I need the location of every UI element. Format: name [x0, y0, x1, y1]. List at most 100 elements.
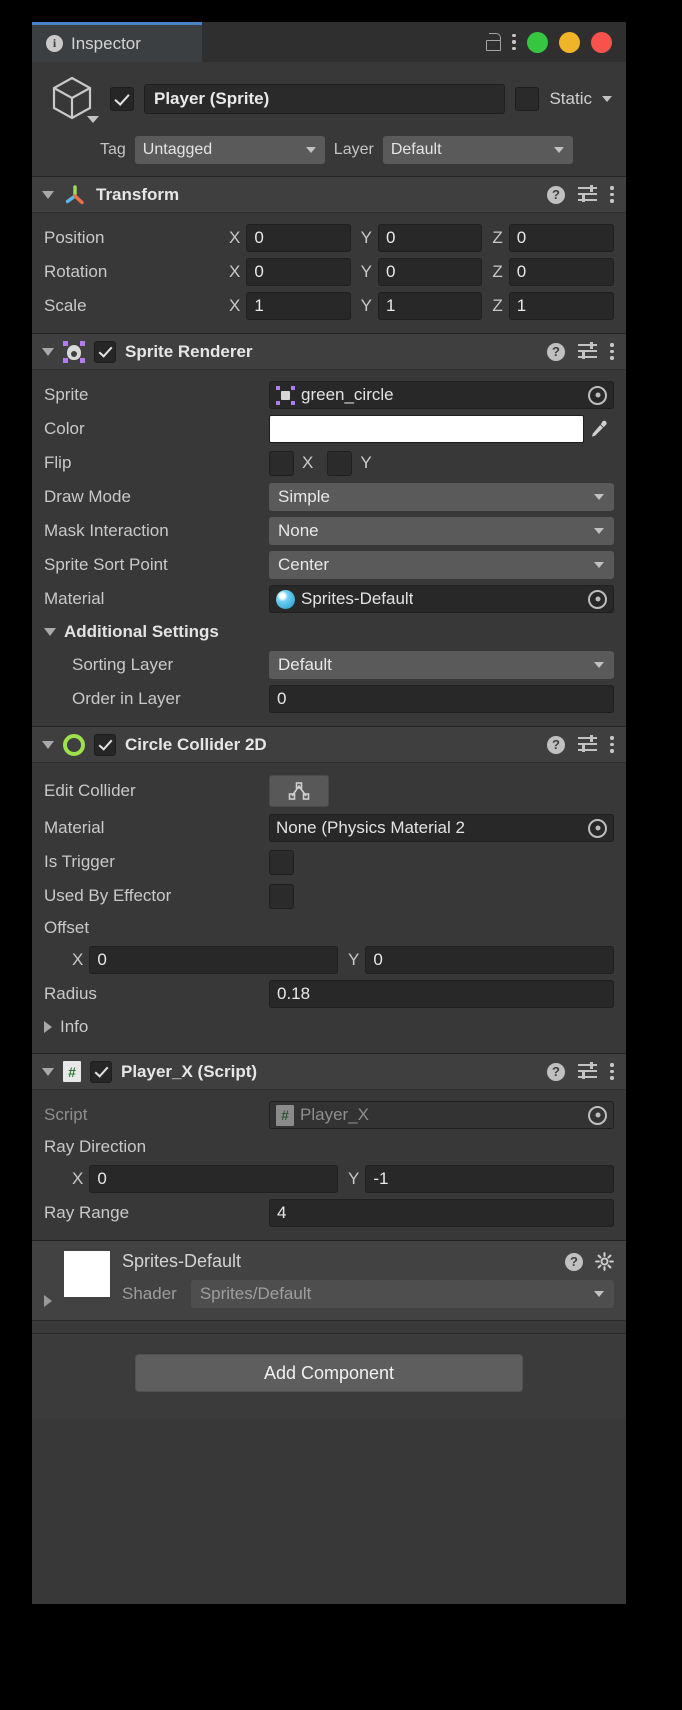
- foldout-arrow-icon: [44, 1021, 52, 1033]
- used-by-effector-checkbox[interactable]: [269, 883, 294, 909]
- component-enabled-checkbox[interactable]: [94, 733, 116, 756]
- component-enabled-checkbox[interactable]: [94, 340, 116, 363]
- row-label: Radius: [44, 984, 97, 1003]
- rotation-x-input[interactable]: 0: [246, 258, 351, 286]
- help-icon[interactable]: ?: [547, 1062, 565, 1081]
- row-label: Rotation: [44, 262, 108, 281]
- foldout-arrow-icon[interactable]: [42, 347, 54, 356]
- csharp-script-icon: #: [63, 1061, 81, 1082]
- position-y-input[interactable]: 0: [378, 224, 483, 252]
- kebab-menu-icon[interactable]: [610, 186, 614, 203]
- foldout-arrow-icon[interactable]: [42, 190, 54, 199]
- row-label: Draw Mode: [44, 487, 131, 506]
- preset-icon[interactable]: [578, 185, 597, 203]
- add-component-button[interactable]: Add Component: [135, 1354, 523, 1392]
- offset-y-input[interactable]: 0: [365, 946, 614, 974]
- tag-label: Tag: [100, 141, 126, 158]
- component-enabled-checkbox[interactable]: [90, 1060, 112, 1083]
- component-header-sprite-renderer[interactable]: Sprite Renderer ?: [32, 334, 626, 370]
- ray-direction-y-input[interactable]: -1: [365, 1165, 614, 1193]
- ray-direction-x-input[interactable]: 0: [89, 1165, 338, 1193]
- gameobject-enabled-checkbox[interactable]: [110, 87, 134, 111]
- order-in-layer-input[interactable]: 0: [269, 685, 614, 713]
- window-button-yellow[interactable]: [559, 31, 580, 53]
- sorting-layer-dropdown[interactable]: Default: [269, 651, 614, 679]
- help-icon[interactable]: ?: [565, 1252, 583, 1271]
- flip-y-checkbox[interactable]: [327, 450, 353, 476]
- foldout-arrow-icon[interactable]: [42, 1067, 54, 1076]
- row-radius: Radius 0.18: [44, 977, 614, 1011]
- static-checkbox[interactable]: [515, 87, 540, 111]
- foldout-info[interactable]: Info: [44, 1011, 614, 1043]
- radius-input[interactable]: 0.18: [269, 980, 614, 1008]
- kebab-menu-icon[interactable]: [610, 343, 614, 360]
- axis-label-z: Z: [492, 296, 503, 315]
- component-header-transform[interactable]: Transform ?: [32, 177, 626, 213]
- axis-label-y: Y: [360, 296, 373, 315]
- object-picker-icon[interactable]: [588, 818, 607, 838]
- expand-arrow-icon[interactable]: [44, 1295, 52, 1307]
- kebab-menu-icon[interactable]: [610, 736, 614, 753]
- position-z-input[interactable]: 0: [508, 224, 615, 252]
- row-label: Sorting Layer: [72, 655, 174, 674]
- rotation-y-input[interactable]: 0: [378, 258, 483, 286]
- scale-x-input[interactable]: 1: [246, 292, 351, 320]
- scale-z-input[interactable]: 1: [508, 292, 615, 320]
- row-label: Scale: [44, 296, 87, 315]
- help-icon[interactable]: ?: [547, 185, 565, 204]
- eyedropper-icon[interactable]: [584, 419, 614, 439]
- component-header-circle-collider-2d[interactable]: Circle Collider 2D ?: [32, 727, 626, 763]
- draw-mode-value: Simple: [278, 487, 330, 506]
- row-mask-interaction: Mask Interaction None: [44, 514, 614, 548]
- script-object-field: # Player_X: [269, 1101, 614, 1129]
- sprite-sort-point-dropdown[interactable]: Center: [269, 551, 614, 579]
- sprite-object-field[interactable]: green_circle: [269, 381, 614, 409]
- static-dropdown-chevron-icon[interactable]: [602, 96, 612, 102]
- edit-collider-icon: [288, 782, 310, 800]
- preset-icon[interactable]: [578, 1062, 597, 1080]
- preset-icon[interactable]: [578, 342, 597, 360]
- tab-inspector[interactable]: i Inspector: [32, 22, 202, 62]
- mask-interaction-dropdown[interactable]: None: [269, 517, 614, 545]
- material-object-field[interactable]: Sprites-Default: [269, 585, 614, 613]
- edit-collider-button[interactable]: [269, 775, 329, 807]
- lock-icon[interactable]: [485, 33, 501, 51]
- layer-dropdown[interactable]: Default: [382, 136, 573, 164]
- object-picker-icon[interactable]: [588, 385, 607, 405]
- is-trigger-checkbox[interactable]: [269, 849, 294, 875]
- foldout-additional-settings[interactable]: Additional Settings: [44, 616, 614, 648]
- scale-y-input[interactable]: 1: [378, 292, 483, 320]
- collider-material-object-field[interactable]: None (Physics Material 2: [269, 814, 614, 842]
- flip-y-label: Y: [360, 453, 372, 472]
- draw-mode-dropdown[interactable]: Simple: [269, 483, 614, 511]
- row-label: Is Trigger: [44, 852, 115, 871]
- row-sprite-sort-point: Sprite Sort Point Center: [44, 548, 614, 582]
- kebab-menu-icon[interactable]: [512, 33, 516, 51]
- color-swatch-field[interactable]: [269, 415, 584, 443]
- row-label: Used By Effector: [44, 886, 172, 905]
- gear-icon[interactable]: [595, 1252, 614, 1271]
- chevron-down-icon: [594, 1291, 604, 1297]
- foldout-arrow-icon[interactable]: [42, 740, 54, 749]
- gameobject-name-input[interactable]: Player (Sprite): [144, 84, 506, 114]
- window-button-red[interactable]: [591, 31, 612, 53]
- row-label: Ray Range: [44, 1203, 130, 1222]
- component-title: Sprite Renderer: [125, 341, 253, 361]
- flip-x-checkbox[interactable]: [269, 450, 294, 476]
- position-x-input[interactable]: 0: [246, 224, 351, 252]
- object-picker-icon[interactable]: [588, 589, 607, 609]
- preset-icon[interactable]: [578, 735, 597, 753]
- help-icon[interactable]: ?: [547, 735, 565, 754]
- window-button-green[interactable]: [527, 31, 548, 53]
- tag-dropdown[interactable]: Untagged: [134, 136, 325, 164]
- gameobject-icon[interactable]: [46, 72, 100, 126]
- shader-dropdown[interactable]: Sprites/Default: [190, 1280, 614, 1308]
- ray-range-input[interactable]: 4: [269, 1199, 614, 1227]
- help-icon[interactable]: ?: [547, 342, 565, 361]
- component-header-player-x-script[interactable]: # Player_X (Script) ?: [32, 1054, 626, 1090]
- static-label: Static: [549, 89, 592, 108]
- offset-x-input[interactable]: 0: [89, 946, 338, 974]
- rotation-z-input[interactable]: 0: [508, 258, 615, 286]
- kebab-menu-icon[interactable]: [610, 1063, 614, 1080]
- row-label: Sprite: [44, 385, 89, 404]
